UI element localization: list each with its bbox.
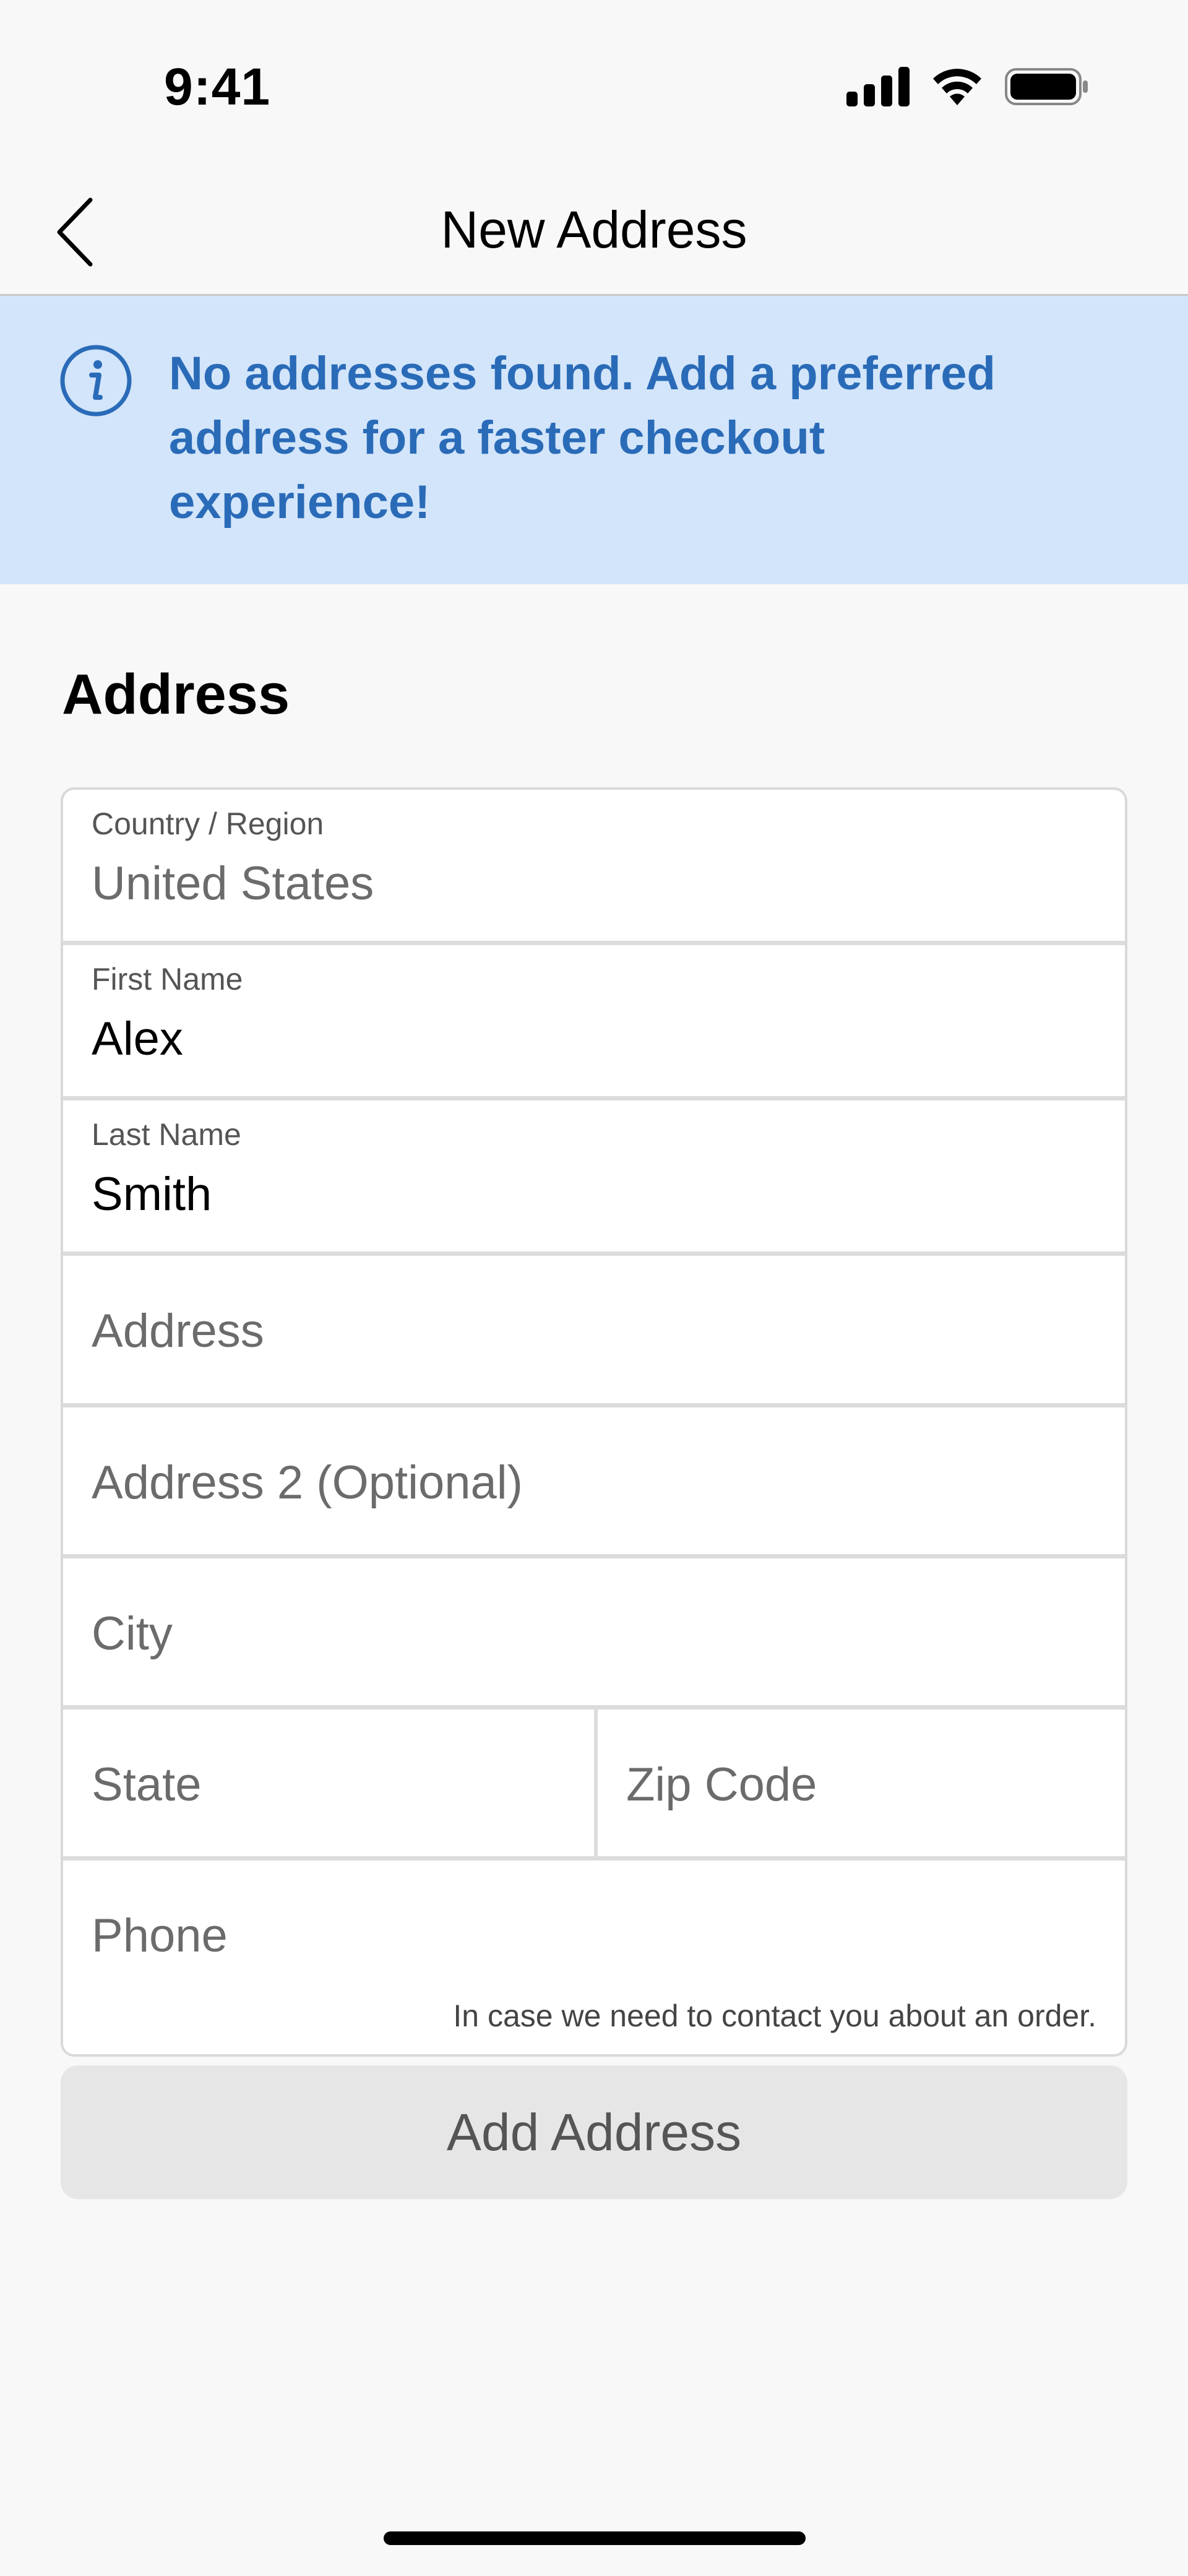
- banner-message: No addresses found. Add a preferred addr…: [169, 347, 996, 529]
- last-name-label: Last Name: [92, 1117, 241, 1152]
- zip-field[interactable]: Zip Code: [598, 1709, 1125, 1856]
- last-name-field[interactable]: Last Name Smith: [63, 1100, 1125, 1256]
- address2-placeholder: Address 2 (Optional): [92, 1456, 523, 1509]
- address2-field[interactable]: Address 2 (Optional): [63, 1407, 1125, 1558]
- phone-placeholder: Phone: [92, 1909, 228, 1962]
- status-time: 9:41: [164, 58, 271, 116]
- info-icon: [59, 344, 132, 420]
- first-name-value: Alex: [92, 1013, 183, 1065]
- first-name-label: First Name: [92, 962, 243, 996]
- battery-icon: [1005, 67, 1089, 110]
- section-title: Address: [62, 663, 290, 726]
- address-form: Country / Region United States First Nam…: [61, 787, 1127, 2057]
- nav-bar: New Address: [0, 173, 1188, 296]
- country-value: United States: [92, 857, 374, 910]
- phone-helper-text: In case we need to contact you about an …: [453, 1999, 1096, 2033]
- first-name-field[interactable]: First Name Alex: [63, 945, 1125, 1100]
- status-icons: [846, 67, 1089, 110]
- status-bar: 9:41: [0, 0, 1188, 173]
- add-address-button[interactable]: Add Address: [61, 2065, 1127, 2199]
- city-placeholder: City: [92, 1607, 173, 1660]
- country-field[interactable]: Country / Region United States: [63, 790, 1125, 945]
- address-field[interactable]: Address: [63, 1256, 1125, 1407]
- state-placeholder: State: [92, 1758, 202, 1811]
- address-placeholder: Address: [92, 1305, 264, 1357]
- last-name-value: Smith: [92, 1168, 212, 1221]
- signal-icon: [846, 67, 910, 110]
- wifi-icon: [929, 67, 985, 110]
- zip-placeholder: Zip Code: [626, 1758, 817, 1811]
- country-label: Country / Region: [92, 806, 324, 841]
- state-field[interactable]: State: [63, 1709, 594, 1856]
- page-title: New Address: [441, 201, 747, 259]
- city-field[interactable]: City: [63, 1558, 1125, 1709]
- phone-field[interactable]: Phone In case we need to contact you abo…: [63, 1861, 1125, 2054]
- home-indicator: [384, 2531, 806, 2545]
- state-zip-row: State Zip Code: [63, 1709, 1125, 1861]
